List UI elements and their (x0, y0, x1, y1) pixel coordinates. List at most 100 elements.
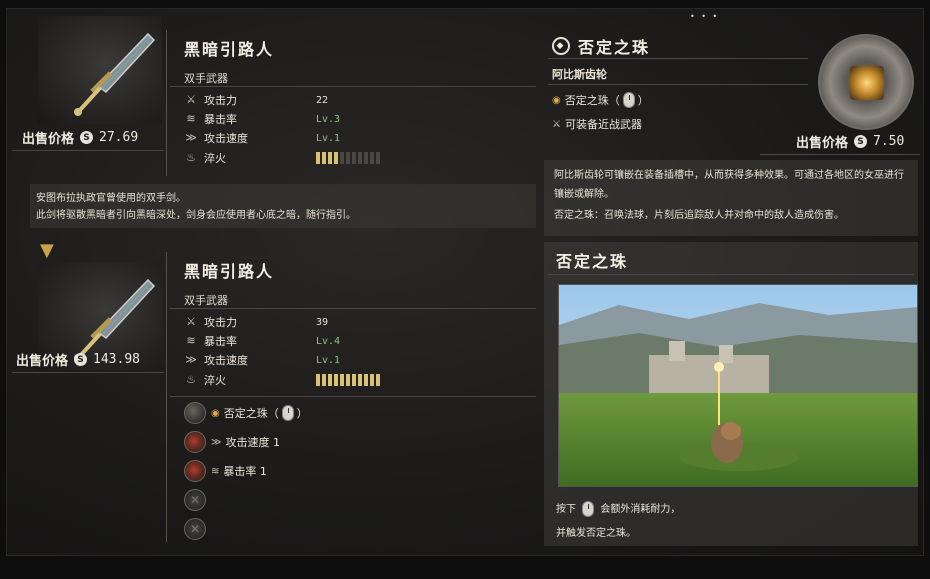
divider (170, 86, 536, 87)
temper-bar (322, 152, 326, 164)
skill-icon: ◉ (552, 94, 561, 106)
caption-text: 按下 (556, 504, 576, 515)
gem-thumbnail[interactable] (818, 34, 914, 130)
melee-weapon-icon: ⚔ (552, 118, 561, 130)
gem-skill: ◉ 否定之珠 （ ） (552, 92, 649, 108)
description-line: 此剑将驱散黑暗者引向黑暗深处，剑身会应使用者心底之暗，随行指引。 (36, 210, 356, 221)
temper-bar (370, 152, 374, 164)
sell-price-value: 143.98 (93, 352, 140, 367)
stat-value: Lv.4 (316, 335, 341, 347)
item-type: 双手武器 (184, 294, 228, 307)
divider (548, 84, 808, 85)
description-line: 否定之珠：召唤法球，片刻后追踪敌人并对命中的敌人造成伤害。 (554, 210, 844, 221)
temper-bar (352, 374, 356, 386)
temper-bar (364, 152, 368, 164)
weapon-thumbnail-top[interactable] (38, 16, 162, 124)
speed-icon: ≫ (185, 131, 197, 144)
temper-gauge (316, 374, 380, 386)
stat-crit: ≋ 暴击率 Lv.3 (184, 111, 394, 127)
item-name: 黑暗引路人 (184, 262, 275, 281)
divider (548, 58, 808, 59)
gear-gem-icon (184, 460, 206, 482)
stat-label: 攻击速度 (204, 132, 248, 145)
stat-temper: ♨ 淬火 (184, 150, 394, 166)
mouse-icon (281, 405, 294, 421)
gem-sell-price: 出售价格 S 7.50 (796, 132, 904, 151)
stat-value: Lv.1 (316, 354, 341, 366)
temper-bar (358, 152, 362, 164)
mouse-icon (582, 501, 595, 517)
temper-bar (334, 152, 338, 164)
sword-stat-icon: ⚔ (186, 93, 196, 106)
paren: （ (267, 407, 279, 420)
divider (760, 154, 920, 155)
slot-crit[interactable]: ≋ 暴击率 1 (184, 460, 267, 482)
temper-bar (358, 374, 362, 386)
paren: ） (637, 94, 649, 107)
crit-icon: ≋ (211, 465, 220, 477)
stat-value: Lv.1 (316, 132, 341, 144)
temper-bar (328, 374, 332, 386)
gem-description: 阿比斯齿轮可镶嵌在装备插槽中，从而获得多种效果。可通过各地区的女巫进行镶嵌或解除… (544, 160, 918, 236)
divider (170, 308, 536, 309)
stat-value: 39 (316, 316, 329, 328)
sell-price-bottom: 出售价格 S 143.98 (16, 350, 140, 369)
temper-bar (340, 152, 344, 164)
stat-temper: ♨ 淬火 (184, 372, 394, 388)
temper-bar (376, 374, 380, 386)
temper-bar (322, 374, 326, 386)
slot-label: 攻击速度 1 (225, 436, 280, 449)
orb-slot-icon (184, 402, 206, 424)
slot-empty-2[interactable]: ✕ (184, 518, 211, 540)
divider (166, 252, 167, 542)
temper-bar (370, 374, 374, 386)
slot-attack-speed[interactable]: ≫ 攻击速度 1 (184, 431, 280, 453)
skill-icon: ◉ (211, 407, 220, 419)
empty-slot-icon: ✕ (184, 489, 206, 511)
stat-label: 攻击速度 (204, 354, 248, 367)
temper-bar (346, 152, 350, 164)
temper-bar (376, 152, 380, 164)
temper-bar (328, 152, 332, 164)
item-description: 安图布拉执政官曾使用的双手剑。 此剑将驱散黑暗者引向黑暗深处，剑身会应使用者心底… (30, 184, 536, 228)
slot-negation-orb[interactable]: ◉ 否定之珠 （ ） (184, 402, 308, 424)
stat-label: 暴击率 (204, 335, 237, 348)
preview-caption: 按下 会额外消耗耐力， 并触发否定之珠。 (556, 498, 680, 546)
divider (170, 396, 536, 397)
coin-icon: S (74, 353, 88, 366)
gem-circle-icon: ◆ (552, 37, 570, 55)
stat-speed: ≫ 攻击速度 Lv.1 (184, 352, 394, 368)
stat-attack: ⚔ 攻击力 39 (184, 314, 394, 330)
temper-bar (316, 374, 320, 386)
caption-text: 并触发否定之珠。 (556, 528, 636, 539)
preview-title-text: 否定之珠 (556, 252, 629, 271)
coin-icon: S (80, 131, 94, 144)
temper-gauge (316, 152, 380, 164)
stat-attack: ⚔ 攻击力 22 (184, 92, 394, 108)
sell-price-label: 出售价格 (22, 132, 75, 147)
stat-crit: ≋ 暴击率 Lv.4 (184, 333, 394, 349)
item-name: 黑暗引路人 (184, 40, 275, 59)
stat-label: 淬火 (204, 152, 226, 165)
temper-icon: ♨ (186, 151, 196, 164)
temper-bar (352, 152, 356, 164)
speed-icon: ≫ (211, 436, 222, 448)
chevron-down-icon: ▼ (40, 240, 54, 261)
gem-category: 阿比斯齿轮 (552, 68, 607, 81)
stat-label: 淬火 (204, 374, 226, 387)
sell-price-value: 27.69 (99, 130, 139, 145)
temper-bar (340, 374, 344, 386)
slot-empty-1[interactable]: ✕ (184, 489, 211, 511)
slot-label: 否定之珠 (223, 407, 268, 420)
paren: （ (608, 94, 620, 107)
stat-label: 暴击率 (204, 113, 237, 126)
coin-icon: S (854, 135, 868, 148)
stat-value: Lv.3 (316, 113, 341, 125)
divider (12, 150, 164, 151)
temper-bar (346, 374, 350, 386)
crit-icon: ≋ (186, 112, 196, 125)
crit-icon: ≋ (186, 334, 196, 347)
paren: ） (296, 407, 308, 420)
stat-value: 22 (316, 94, 329, 106)
gem-name: 否定之珠 (578, 38, 651, 57)
